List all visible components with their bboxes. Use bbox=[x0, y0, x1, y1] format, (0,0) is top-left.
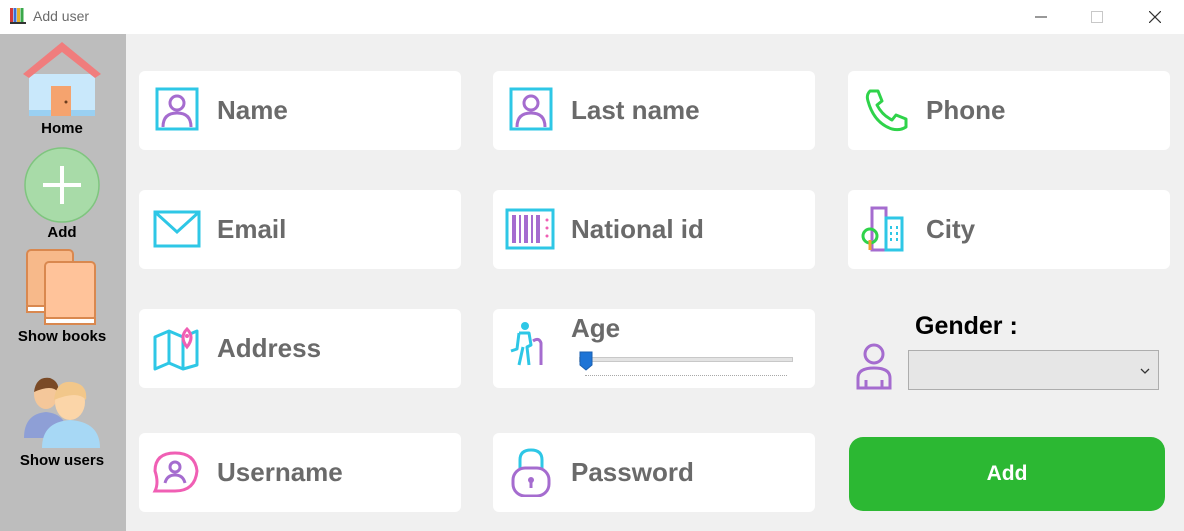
sidebar-item-home[interactable]: Home bbox=[0, 40, 126, 140]
field-label: Email bbox=[217, 214, 287, 244]
sidebar-item-add[interactable]: Add bbox=[0, 144, 126, 244]
field-label: Address bbox=[217, 333, 322, 363]
sidebar-item-label: Show users bbox=[19, 452, 105, 469]
minimize-button[interactable] bbox=[1012, 0, 1070, 34]
last-name-field[interactable]: Last name bbox=[493, 71, 815, 150]
phone-field[interactable]: Phone bbox=[848, 71, 1170, 150]
person-card-icon bbox=[509, 87, 553, 131]
home-icon bbox=[23, 42, 101, 116]
sidebar: Home Add Show books Show users bbox=[0, 34, 126, 531]
close-icon bbox=[1149, 11, 1161, 23]
lock-icon bbox=[511, 448, 551, 497]
age-slider-thumb[interactable] bbox=[579, 351, 593, 371]
age-slider-ticks bbox=[585, 375, 787, 379]
id-barcode-icon bbox=[505, 208, 555, 250]
close-button[interactable] bbox=[1126, 0, 1184, 34]
person-card-icon bbox=[155, 87, 199, 131]
phone-icon bbox=[865, 89, 908, 132]
age-label: Age bbox=[571, 313, 621, 343]
city-icon bbox=[861, 206, 904, 252]
sidebar-item-show-books[interactable]: Show books bbox=[0, 248, 126, 348]
age-field: Age bbox=[493, 309, 815, 388]
minimize-icon bbox=[1035, 16, 1047, 18]
age-slider-track[interactable] bbox=[579, 357, 793, 362]
field-label: National id bbox=[571, 214, 704, 244]
title-bar: Add user bbox=[0, 0, 1184, 34]
national-id-field[interactable]: National id bbox=[493, 190, 815, 269]
users-icon bbox=[24, 377, 100, 448]
sidebar-item-label: Show books bbox=[17, 328, 107, 345]
address-field[interactable]: Address bbox=[139, 309, 461, 388]
maximize-button[interactable] bbox=[1068, 0, 1126, 34]
sidebar-item-show-users[interactable]: Show users bbox=[0, 368, 126, 473]
sidebar-item-label: Home bbox=[41, 120, 83, 137]
books-icon bbox=[26, 249, 96, 325]
email-field[interactable]: Email bbox=[139, 190, 461, 269]
window-title: Add user bbox=[33, 8, 90, 24]
maximize-icon bbox=[1091, 11, 1103, 23]
city-field[interactable]: City bbox=[848, 190, 1170, 269]
add-button[interactable]: Add bbox=[849, 437, 1165, 511]
name-field[interactable]: Name bbox=[139, 71, 461, 150]
user-pin-icon bbox=[152, 451, 199, 493]
user-icon bbox=[856, 343, 892, 390]
sidebar-item-label: Add bbox=[47, 224, 77, 241]
field-label: Phone bbox=[926, 95, 1006, 125]
field-label: Password bbox=[571, 457, 694, 487]
username-field[interactable]: Username bbox=[139, 433, 461, 512]
gender-label: Gender : bbox=[915, 312, 1018, 340]
elderly-person-icon bbox=[510, 322, 543, 366]
envelope-icon bbox=[153, 210, 201, 248]
app-books-icon bbox=[10, 8, 26, 24]
gender-dropdown[interactable] bbox=[908, 350, 1159, 390]
field-label: Name bbox=[217, 95, 288, 125]
field-label: City bbox=[926, 214, 976, 244]
plus-icon bbox=[24, 147, 100, 223]
map-pin-icon bbox=[153, 326, 199, 371]
password-field[interactable]: Password bbox=[493, 433, 815, 512]
chevron-down-icon bbox=[1140, 368, 1150, 374]
field-label: Username bbox=[217, 457, 343, 487]
field-label: Last name bbox=[571, 95, 700, 125]
